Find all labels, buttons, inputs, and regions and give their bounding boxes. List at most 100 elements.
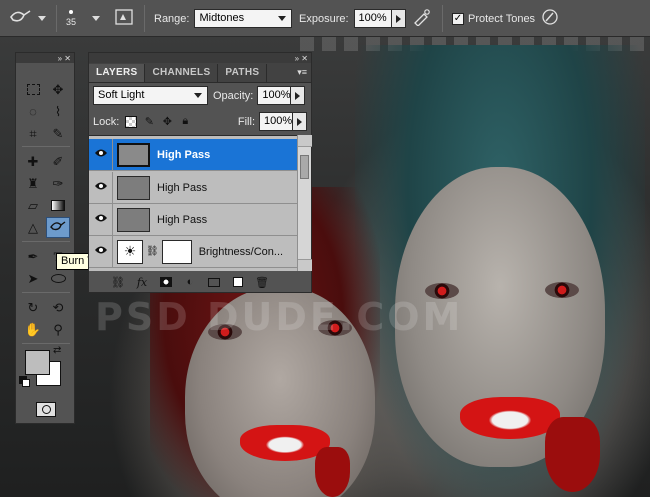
exposure-input[interactable]: 100% xyxy=(353,9,392,28)
layer-row[interactable]: High Pass xyxy=(89,138,297,171)
brush-tool[interactable]: ✐ xyxy=(46,151,70,172)
burn-tool-icon xyxy=(49,219,67,236)
layer-visibility-toggle[interactable] xyxy=(89,235,113,268)
quick-select-tool[interactable]: ⌇ xyxy=(46,101,70,122)
tools-divider xyxy=(22,343,70,344)
layer-mask-link-icon[interactable]: ⛓ xyxy=(146,246,159,257)
chevron-right-icon xyxy=(395,14,401,23)
range-select[interactable]: Midtones xyxy=(194,9,293,28)
move-tool[interactable]: ✥ xyxy=(46,79,70,100)
tools-panel-header[interactable]: » ✕ xyxy=(16,53,74,63)
scroll-up-button[interactable] xyxy=(298,135,312,147)
protect-tones-checkbox[interactable]: ✓ xyxy=(452,12,464,25)
chevron-down-icon xyxy=(38,16,46,21)
layer-thumbnail xyxy=(117,175,150,200)
layer-row[interactable]: ☀ ⛓ Brightness/Con... xyxy=(89,235,297,268)
blend-mode-select[interactable]: Soft Light xyxy=(93,86,208,105)
history-brush-tool[interactable]: ✑ xyxy=(46,173,70,194)
lock-all-icon[interactable]: 🔒︎ xyxy=(179,115,191,128)
layers-panel-header[interactable]: » ✕ xyxy=(89,53,311,63)
pressure-icon xyxy=(540,7,560,30)
tools-panel: » ✕ ✥ ◌ ⌇ ⌗ ✎ ✚ ✐ ♜ ✑ ▱ △ ✒ T ➤ ↻ ⟲ ✋ ⚲ … xyxy=(15,52,75,424)
layer-row[interactable]: High Pass xyxy=(89,203,297,236)
eraser-icon: ▱ xyxy=(28,197,38,213)
quick-mask-button[interactable] xyxy=(36,402,56,417)
fill-input[interactable]: 100% xyxy=(259,112,293,131)
swap-colors-icon[interactable]: ⇄ xyxy=(53,345,61,356)
crop-icon: ⌗ xyxy=(29,125,37,141)
layers-panel: » ✕ LAYERS CHANNELS PATHS ▾≡ Soft Light … xyxy=(88,52,312,293)
pen-tool[interactable]: ✒ xyxy=(21,246,45,267)
layer-visibility-toggle[interactable] xyxy=(89,203,113,236)
lock-position-icon[interactable]: ✥ xyxy=(161,116,173,128)
tool-preset-picker[interactable] xyxy=(8,0,46,37)
hand-tool[interactable]: ✋ xyxy=(21,319,45,340)
layers-scrollbar[interactable] xyxy=(297,135,312,271)
airbrush-toggle[interactable] xyxy=(412,0,432,37)
marquee-tool[interactable] xyxy=(21,79,45,100)
brush-panel-toggle[interactable] xyxy=(114,0,134,37)
ellipse-tool[interactable] xyxy=(46,268,70,289)
close-icon[interactable]: ✕ xyxy=(64,54,71,63)
chevron-right-icon xyxy=(297,117,302,126)
pressure-size-toggle[interactable] xyxy=(540,0,560,37)
healing-brush-tool[interactable]: ✚ xyxy=(21,151,45,172)
lasso-icon: ◌ xyxy=(29,104,37,119)
burn-tool[interactable] xyxy=(46,217,70,238)
gradient-tool[interactable] xyxy=(46,195,70,216)
3d-rotate-tool[interactable]: ↻ xyxy=(21,297,45,318)
brightness-icon: ☀ xyxy=(123,243,137,259)
exposure-slider-button[interactable] xyxy=(391,9,406,28)
layer-style-icon[interactable]: fx xyxy=(135,276,149,289)
default-colors-icon[interactable] xyxy=(22,379,30,387)
tab-channels[interactable]: CHANNELS xyxy=(145,64,219,82)
scroll-thumb[interactable] xyxy=(300,155,309,179)
link-layers-icon[interactable]: ⛓ xyxy=(111,276,125,289)
opacity-input[interactable]: 100% xyxy=(257,86,292,105)
layer-visibility-toggle[interactable] xyxy=(89,171,113,204)
brush-preset-picker[interactable]: 35 xyxy=(66,0,76,37)
new-group-icon[interactable] xyxy=(207,276,221,288)
canvas-blood xyxy=(545,417,600,492)
add-mask-icon[interactable] xyxy=(159,276,173,288)
lasso-tool[interactable]: ◌ xyxy=(21,101,45,122)
range-value: Midtones xyxy=(199,12,245,24)
tab-layers[interactable]: LAYERS xyxy=(89,64,146,82)
marquee-icon xyxy=(26,84,40,95)
lock-label: Lock: xyxy=(93,115,120,128)
collapse-icon[interactable]: » xyxy=(295,54,299,63)
fill-label: Fill: xyxy=(237,115,255,128)
stamp-icon: ♜ xyxy=(27,175,39,191)
eyedropper-tool[interactable]: ✎ xyxy=(46,123,70,144)
opacity-slider-button[interactable] xyxy=(291,86,306,105)
layers-footer: ⛓ fx ◐ 🗑︎ xyxy=(89,272,311,292)
layer-visibility-toggle[interactable] xyxy=(89,138,113,171)
options-bar: 35 Range: Midtones Exposure: 100% ✓ Prot… xyxy=(0,0,650,37)
tab-paths[interactable]: PATHS xyxy=(218,64,268,82)
layer-row[interactable]: High Pass xyxy=(89,171,297,204)
trash-icon[interactable]: 🗑︎ xyxy=(255,276,269,289)
panel-tabs: LAYERS CHANNELS PATHS ▾≡ xyxy=(89,63,311,83)
close-icon[interactable]: ✕ xyxy=(301,54,308,63)
foreground-color-swatch[interactable] xyxy=(25,350,50,375)
lock-transparency-icon[interactable] xyxy=(125,115,138,128)
collapse-icon[interactable]: » xyxy=(58,54,62,63)
scroll-down-button[interactable] xyxy=(298,259,312,271)
layer-mask-thumbnail[interactable] xyxy=(161,239,192,264)
new-layer-icon[interactable] xyxy=(231,276,245,288)
3d-orbit-tool[interactable]: ⟲ xyxy=(46,297,70,318)
fill-slider-button[interactable] xyxy=(293,112,307,131)
panel-menu-icon[interactable]: ▾≡ xyxy=(297,67,307,78)
canvas-blood xyxy=(315,447,350,497)
eraser-tool[interactable]: ▱ xyxy=(21,195,45,216)
blur-tool[interactable]: △ xyxy=(21,217,45,238)
zoom-tool[interactable]: ⚲ xyxy=(46,319,70,340)
clone-stamp-tool[interactable]: ♜ xyxy=(21,173,45,194)
chevron-down-icon[interactable] xyxy=(92,0,100,37)
crop-tool[interactable]: ⌗ xyxy=(21,123,45,144)
lock-pixels-icon[interactable]: ✎ xyxy=(143,116,155,128)
path-selection-tool[interactable]: ➤ xyxy=(21,268,45,289)
pen-icon: ✒ xyxy=(27,248,39,264)
tools-divider xyxy=(22,241,70,242)
adjustment-layer-icon[interactable]: ◐ xyxy=(183,276,197,288)
